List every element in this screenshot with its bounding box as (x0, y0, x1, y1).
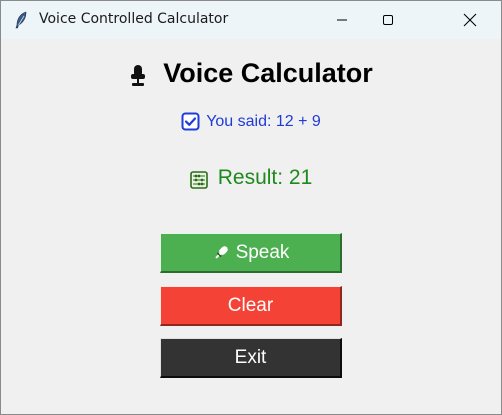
clear-label: Clear (227, 294, 274, 316)
feather-icon (15, 11, 27, 29)
abacus-icon (189, 170, 208, 189)
exit-button[interactable]: Exit (160, 338, 342, 378)
minimize-icon (337, 19, 347, 21)
clear-button[interactable]: Clear (160, 286, 342, 326)
app-window: Voice Controlled Calculator Voice Calcul… (0, 0, 502, 415)
title-bar[interactable]: Voice Controlled Calculator (1, 1, 501, 39)
close-button[interactable] (447, 1, 493, 39)
result-label: Result: 21 (217, 166, 313, 189)
heading: Voice Calculator (1, 58, 501, 94)
minimize-button[interactable] (319, 1, 365, 39)
microphone-icon (131, 64, 146, 86)
page-title: Voice Calculator (163, 58, 373, 88)
microphone-icon (214, 245, 228, 259)
close-icon (463, 13, 477, 27)
checkbox-icon (181, 112, 200, 131)
said-label: You said: 12 + 9 (206, 112, 321, 130)
maximize-icon (383, 15, 393, 25)
recognized-speech: You said: 12 + 9 (1, 112, 501, 135)
exit-label: Exit (234, 346, 267, 368)
speak-label: Speak (235, 241, 290, 263)
maximize-button[interactable] (365, 1, 411, 39)
speak-button[interactable]: Speak (160, 233, 342, 273)
result: Result: 21 (1, 166, 501, 193)
window-title: Voice Controlled Calculator (39, 11, 229, 27)
